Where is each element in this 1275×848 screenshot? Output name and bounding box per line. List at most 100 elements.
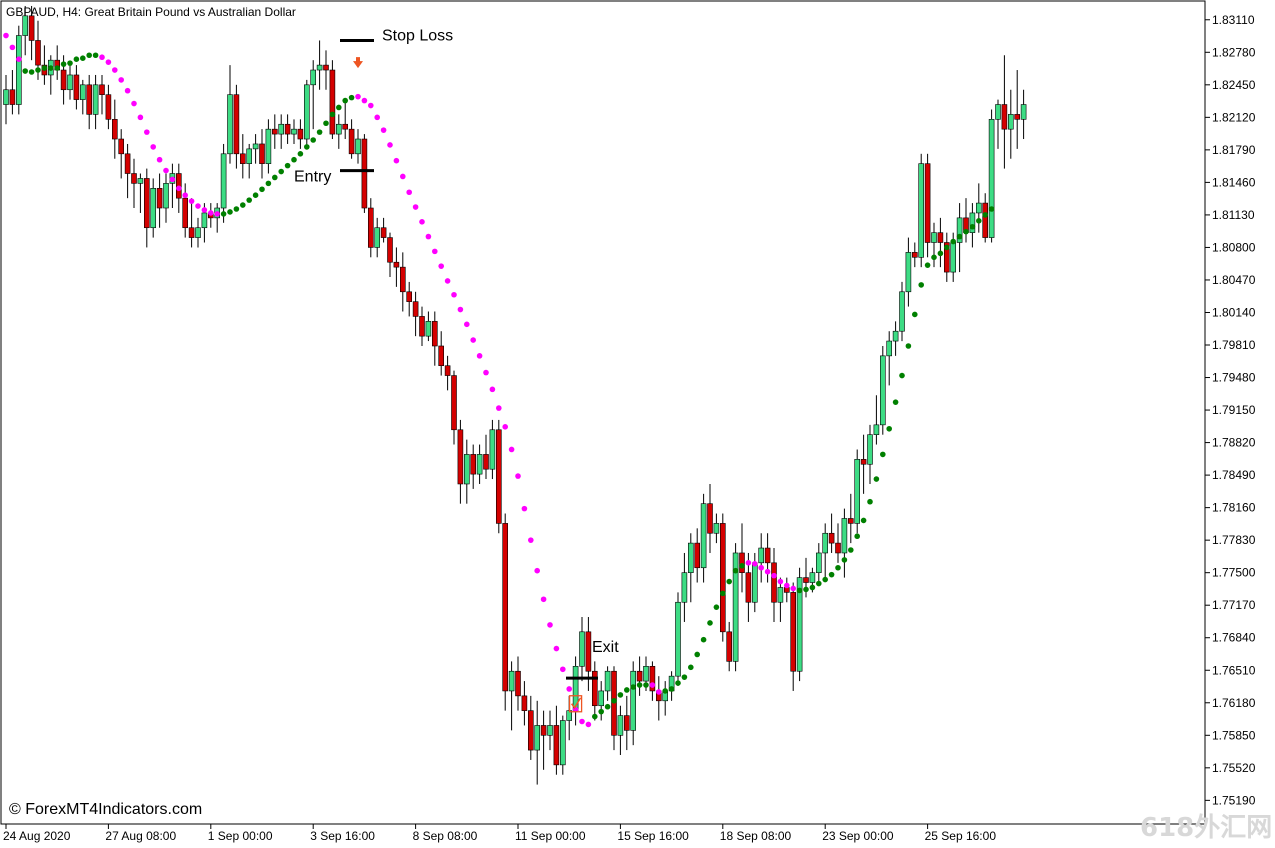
candle-body-bull [3, 89, 9, 105]
trend-dot-up [48, 65, 54, 71]
candle-body-bear [35, 40, 41, 66]
trend-dot-up [880, 451, 886, 458]
y-tick-label: 1.77500 [1212, 566, 1256, 580]
candle-body-bear [329, 69, 336, 135]
trend-dot-up [924, 262, 931, 268]
candle [502, 513, 509, 711]
x-tick-label: 24 Aug 2020 [3, 829, 71, 843]
candle [303, 79, 310, 149]
trend-dot-up [848, 547, 854, 553]
candle-body-bear [847, 518, 854, 524]
trend-dot-up [297, 151, 304, 157]
candle-body-bear [726, 631, 733, 662]
trend-dot-up [694, 651, 700, 658]
trend-dot-up [720, 590, 726, 597]
trend-dot-up [944, 244, 950, 251]
trend-dot-up [316, 129, 323, 135]
trend-dot-down [374, 114, 381, 121]
trend-dot-up [796, 587, 803, 594]
candle [988, 109, 995, 243]
x-tick-label: 23 Sep 00:00 [822, 829, 894, 843]
trend-dot-up [246, 197, 252, 203]
trend-dot-down [560, 666, 566, 673]
trend-dot-down [547, 622, 553, 628]
candle-body-bear [86, 84, 92, 115]
trend-dot-up [323, 120, 329, 127]
trend-dot-down [515, 473, 521, 479]
trend-dot-up [329, 111, 336, 118]
trend-dot-down [406, 189, 413, 196]
x-tick-label: 11 Sep 00:00 [515, 829, 586, 843]
trend-dot-up [675, 680, 681, 686]
trend-dot-down [163, 167, 169, 174]
trend-dot-up [220, 211, 227, 217]
trend-dot-up [988, 206, 995, 212]
trend-dot-down [156, 156, 163, 163]
candle-body-bear [495, 429, 502, 524]
trend-dot-down [771, 572, 777, 579]
candle-body-bull [681, 572, 688, 603]
candle [879, 345, 886, 435]
candle-body-bear [99, 84, 105, 95]
candle-body-bear [297, 128, 304, 140]
candle-body-bear [828, 532, 835, 544]
trend-dot-up [668, 686, 675, 692]
trend-dot-up [822, 576, 828, 583]
trend-dot-up [310, 137, 317, 143]
candle-body-bear [707, 503, 713, 534]
trend-dot-down [579, 718, 585, 725]
trend-dot-down [195, 203, 201, 209]
trend-dot-down [758, 564, 764, 571]
trend-dot-down [3, 32, 9, 39]
trend-dot-up [304, 144, 310, 150]
candle-body-bull [1020, 104, 1027, 120]
candle-body-bear [323, 64, 329, 71]
candle-body-bear [431, 321, 438, 347]
x-tick-label: 8 Sep 08:00 [413, 829, 478, 843]
trend-dot-down [144, 129, 150, 135]
y-tick-label: 1.77170 [1212, 598, 1256, 612]
candle-body-bear [521, 695, 528, 711]
candle-body-bear [585, 631, 592, 672]
trend-dot-up [265, 180, 272, 187]
trend-dot-down [470, 337, 477, 343]
candle-body-bull [886, 340, 893, 357]
candle [329, 60, 336, 140]
exit-label: Exit [592, 639, 619, 656]
candle [495, 419, 502, 534]
trend-dot-up [92, 52, 99, 59]
trend-dot-down [649, 682, 656, 688]
candle-body-bull [675, 601, 681, 677]
trend-dot-up [233, 206, 240, 212]
candle-body-bear [105, 94, 112, 120]
candle-body-bull [700, 503, 707, 569]
candle-body-bear [790, 592, 797, 672]
trend-dot-down [432, 248, 438, 255]
x-tick-label: 1 Sep 00:00 [208, 829, 273, 843]
candle-body-bull [316, 64, 323, 71]
trend-dot-up [931, 254, 937, 261]
candle-body-bull [137, 178, 144, 184]
trend-dot-up [681, 674, 688, 680]
candle-body-bull [617, 715, 624, 736]
y-tick-label: 1.82780 [1212, 45, 1256, 59]
candle-body-bull [265, 128, 272, 164]
candle-body-bull [854, 459, 861, 524]
candle-body-bear [112, 119, 118, 140]
candle-body-bear [73, 74, 80, 100]
trend-dot-up [803, 586, 809, 593]
chart-title: GBPAUD, H4: Great Britain Pound vs Austr… [6, 5, 296, 19]
trend-dot-up [662, 688, 668, 694]
trend-dot-up [643, 682, 649, 688]
candle-body-bull [988, 119, 995, 238]
candle-body-bear [393, 261, 400, 268]
trend-dot-down [534, 567, 540, 574]
trend-dot-down [214, 211, 220, 217]
candle [15, 25, 22, 115]
candle-body-bull [92, 84, 99, 115]
candle-body-bull [867, 434, 873, 465]
trend-dot-up [35, 67, 41, 73]
trend-dot-up [611, 698, 617, 704]
y-tick-label: 1.78490 [1212, 468, 1256, 482]
trend-dot-up [284, 162, 291, 169]
